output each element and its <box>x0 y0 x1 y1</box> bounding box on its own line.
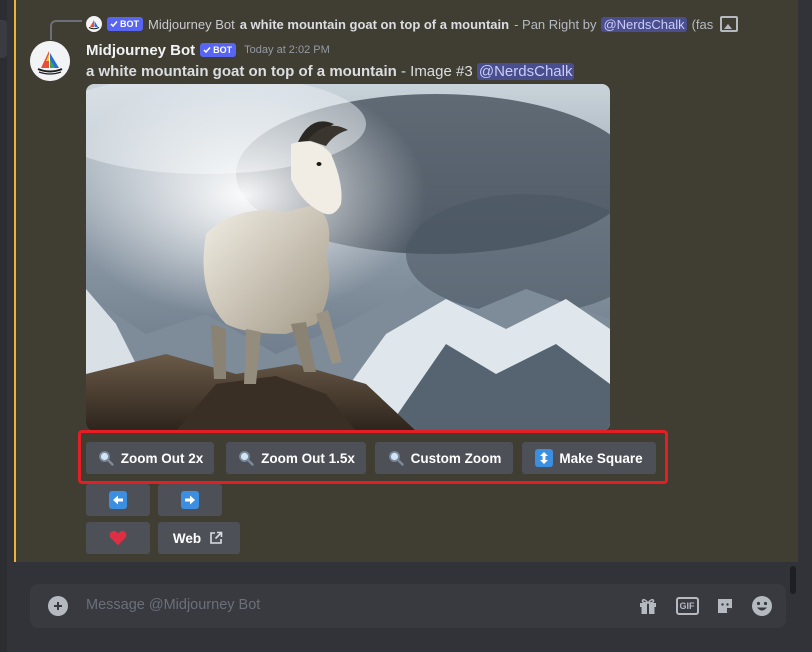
message-content: a white mountain goat on top of a mounta… <box>86 62 575 82</box>
highlighted-message: BOT Midjourney Bot a white mountain goat… <box>14 0 798 562</box>
magnifier-icon <box>387 449 405 467</box>
zoom-out-2x-label: Zoom Out 2x <box>120 450 204 466</box>
web-link-button[interactable]: Web <box>158 522 240 554</box>
highlight-bar <box>14 0 16 562</box>
check-icon <box>203 47 211 54</box>
reply-trail: (fas <box>691 16 714 32</box>
gif-icon[interactable]: GIF <box>675 595 699 617</box>
check-icon <box>110 21 118 28</box>
plus-icon[interactable] <box>48 596 68 616</box>
message-composer[interactable]: Message @Midjourney Bot GIF <box>30 584 786 628</box>
sticker-icon[interactable] <box>714 595 736 617</box>
reply-avatar[interactable] <box>86 16 102 32</box>
custom-zoom-button[interactable]: Custom Zoom <box>375 442 513 474</box>
message-input[interactable]: Message @Midjourney Bot <box>86 597 260 613</box>
message-header: Midjourney Bot BOT Today at 2:02 PM <box>86 40 330 60</box>
favorite-button[interactable] <box>86 522 150 554</box>
magnifier-icon <box>97 449 115 467</box>
reply-reference[interactable]: BOT Midjourney Bot a white mountain goat… <box>86 14 786 34</box>
heart-icon <box>109 529 127 547</box>
zoom-out-1-5x-label: Zoom Out 1.5x <box>261 450 355 466</box>
reply-mention[interactable]: @NerdsChalk <box>601 16 687 32</box>
image-number: - Image #3 <box>400 63 473 80</box>
zoom-out-1-5x-button[interactable]: Zoom Out 1.5x <box>226 442 366 474</box>
reply-bot-tag: BOT <box>107 17 143 31</box>
make-square-label: Make Square <box>559 450 643 466</box>
image-icon <box>720 16 739 32</box>
reply-connector <box>50 20 82 40</box>
prompt-text: a white mountain goat on top of a mounta… <box>86 63 397 80</box>
timestamp[interactable]: Today at 2:02 PM <box>244 44 330 56</box>
pan-left-button[interactable] <box>86 484 150 516</box>
server-sidebar-edge <box>0 0 7 652</box>
emoji-icon[interactable] <box>751 595 773 617</box>
reply-prompt[interactable]: a white mountain goat on top of a mounta… <box>240 17 509 32</box>
avatar[interactable] <box>30 41 70 81</box>
zoom-out-2x-button[interactable]: Zoom Out 2x <box>86 442 214 474</box>
pan-right-button[interactable] <box>158 484 222 516</box>
right-arrow-icon <box>181 491 199 509</box>
generated-image[interactable] <box>86 84 610 431</box>
magnifier-icon <box>237 449 255 467</box>
left-arrow-icon <box>109 491 127 509</box>
username[interactable]: Midjourney Bot <box>86 42 195 59</box>
up-down-arrow-icon <box>535 449 554 467</box>
custom-zoom-label: Custom Zoom <box>410 450 502 466</box>
external-link-icon <box>207 529 225 547</box>
bot-tag: BOT <box>200 43 237 57</box>
mention[interactable]: @NerdsChalk <box>476 63 575 80</box>
reply-suffix: - Pan Right by <box>514 16 597 32</box>
gift-icon[interactable] <box>637 595 659 617</box>
web-label: Web <box>172 530 202 546</box>
reply-author[interactable]: Midjourney Bot <box>148 17 235 32</box>
scrollbar[interactable] <box>790 566 796 594</box>
gif-label: GIF <box>675 597 699 615</box>
make-square-button[interactable]: Make Square <box>522 442 656 474</box>
sidebar-nub[interactable] <box>0 20 7 58</box>
